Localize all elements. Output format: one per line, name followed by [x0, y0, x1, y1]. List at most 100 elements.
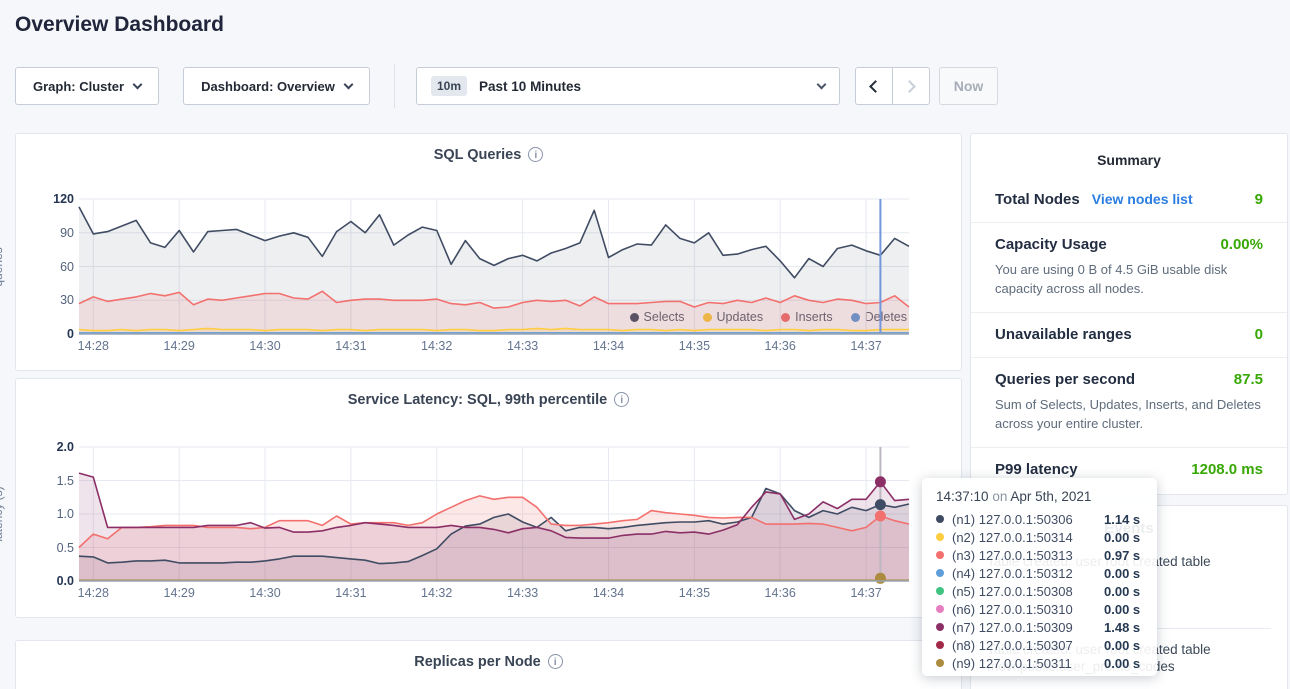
chart-plot[interactable]	[79, 199, 909, 334]
tooltip-row: (n9) 127.0.0.1:503110.00 s	[936, 654, 1143, 672]
series-dot-icon	[936, 533, 944, 541]
chevron-down-icon	[817, 79, 827, 89]
p99-latency-value: 1208.0 ms	[1191, 461, 1263, 478]
chart-title: Replicas per Nodei	[16, 654, 961, 670]
time-prev-button[interactable]	[855, 67, 893, 105]
x-axis-tick: 14:28	[68, 339, 118, 353]
x-axis-tick: 14:29	[154, 586, 204, 600]
total-nodes-value: 9	[1255, 191, 1263, 208]
y-axis-tick: 1.0	[57, 507, 74, 521]
chevron-down-icon	[133, 79, 143, 89]
summary-row-qps: Queries per second 87.5 Sum of Selects, …	[971, 358, 1287, 448]
capacity-usage-description: You are using 0 B of 4.5 GiB usable disk…	[995, 260, 1263, 298]
chart-title: Service Latency: SQL, 99th percentilei	[16, 392, 961, 408]
chevron-down-icon	[343, 79, 353, 89]
summary-row-unavailable-ranges: Unavailable ranges 0	[971, 313, 1287, 358]
y-axis-tick: 60	[60, 260, 74, 274]
y-axis-label: latency (s)	[0, 486, 5, 541]
tooltip-row: (n6) 127.0.0.1:503100.00 s	[936, 600, 1143, 618]
tooltip-node-label: (n6) 127.0.0.1:50310	[952, 602, 1104, 617]
service-latency-chart[interactable]: latency (s) 0.00.51.01.52.0 14:2814:2914…	[34, 447, 909, 581]
chart-plot[interactable]	[79, 447, 909, 581]
view-nodes-list-link[interactable]: View nodes list	[1092, 191, 1193, 207]
tooltip-node-value: 0.00 s	[1104, 656, 1140, 671]
x-axis-tick: 14:32	[412, 339, 462, 353]
summary-row-capacity: Capacity Usage 0.00% You are using 0 B o…	[971, 223, 1287, 313]
tooltip-node-label: (n2) 127.0.0.1:50314	[952, 530, 1104, 545]
y-axis: 0306090120	[34, 199, 74, 334]
tooltip-rows: (n1) 127.0.0.1:503061.14 s(n2) 127.0.0.1…	[936, 510, 1143, 672]
series-dot-icon	[936, 569, 944, 577]
qps-label: Queries per second	[995, 371, 1135, 388]
info-icon[interactable]: i	[548, 654, 563, 669]
tooltip-node-label: (n3) 127.0.0.1:50313	[952, 548, 1104, 563]
x-axis-tick: 14:31	[326, 339, 376, 353]
chevron-left-icon	[869, 80, 882, 93]
info-icon[interactable]: i	[528, 147, 543, 162]
page-title: Overview Dashboard	[15, 13, 224, 37]
x-axis-tick: 14:36	[755, 339, 805, 353]
y-axis-tick: 120	[53, 192, 74, 206]
time-next-button[interactable]	[892, 67, 930, 105]
now-button-label: Now	[954, 78, 984, 94]
y-axis-tick: 1.5	[57, 474, 74, 488]
y-axis-tick: 30	[60, 293, 74, 307]
tooltip-node-label: (n1) 127.0.0.1:50306	[952, 512, 1104, 527]
tooltip-row: (n4) 127.0.0.1:503120.00 s	[936, 564, 1143, 582]
tooltip-node-label: (n8) 127.0.0.1:50307	[952, 638, 1104, 653]
y-axis-tick: 2.0	[57, 440, 74, 454]
series-dot-icon	[936, 515, 944, 523]
x-axis-tick: 14:35	[669, 586, 719, 600]
series-dot-icon	[936, 659, 944, 667]
tooltip-row: (n7) 127.0.0.1:503091.48 s	[936, 618, 1143, 636]
dashboard-dropdown-label: Dashboard: Overview	[201, 79, 335, 94]
y-axis-tick: 0.5	[57, 541, 74, 555]
chevron-right-icon	[903, 80, 916, 93]
dashboard-dropdown[interactable]: Dashboard: Overview	[183, 67, 370, 105]
series-dot-icon	[936, 605, 944, 613]
chart-tooltip: 14:37:10 on Apr 5th, 2021 (n1) 127.0.0.1…	[922, 478, 1157, 676]
total-nodes-label: Total Nodes	[995, 191, 1080, 208]
qps-value: 87.5	[1234, 371, 1263, 388]
tooltip-row: (n5) 127.0.0.1:503080.00 s	[936, 582, 1143, 600]
qps-description: Sum of Selects, Updates, Inserts, and De…	[995, 395, 1263, 433]
x-axis-tick: 14:35	[669, 339, 719, 353]
y-axis-tick: 90	[60, 226, 74, 240]
x-axis-tick: 14:33	[498, 339, 548, 353]
x-axis-tick: 14:37	[841, 339, 891, 353]
tooltip-node-value: 1.14 s	[1104, 512, 1140, 527]
x-axis-tick: 14:37	[841, 586, 891, 600]
x-axis-tick: 14:31	[326, 586, 376, 600]
x-axis-tick: 14:34	[584, 339, 634, 353]
time-range-badge: 10m	[431, 76, 467, 96]
tooltip-row: (n2) 127.0.0.1:503140.00 s	[936, 528, 1143, 546]
tooltip-node-value: 0.00 s	[1104, 602, 1140, 617]
time-range-dropdown[interactable]: 10m Past 10 Minutes	[416, 67, 840, 105]
info-icon[interactable]: i	[614, 392, 629, 407]
series-dot-icon	[936, 587, 944, 595]
tooltip-node-label: (n7) 127.0.0.1:50309	[952, 620, 1104, 635]
time-range-label: Past 10 Minutes	[479, 79, 581, 94]
y-axis: 0.00.51.01.52.0	[34, 447, 74, 581]
unavailable-ranges-value: 0	[1255, 326, 1263, 343]
chart-title: SQL Queriesi	[16, 147, 961, 163]
summary-card: Summary Total Nodes View nodes list 9 Ca…	[970, 133, 1288, 495]
tooltip-timestamp: 14:37:10 on Apr 5th, 2021	[936, 489, 1143, 504]
x-axis-tick: 14:34	[584, 586, 634, 600]
tooltip-node-label: (n4) 127.0.0.1:50312	[952, 566, 1104, 581]
tooltip-node-label: (n5) 127.0.0.1:50308	[952, 584, 1104, 599]
series-dot-icon	[936, 551, 944, 559]
x-axis-tick: 14:30	[240, 586, 290, 600]
summary-title: Summary	[971, 134, 1287, 178]
tooltip-row: (n1) 127.0.0.1:503061.14 s	[936, 510, 1143, 528]
x-axis-tick: 14:33	[498, 586, 548, 600]
now-button[interactable]: Now	[939, 67, 998, 105]
sql-queries-chart[interactable]: queries 0306090120 14:2814:2914:3014:311…	[34, 199, 909, 334]
tooltip-node-value: 1.48 s	[1104, 620, 1140, 635]
service-latency-card: Service Latency: SQL, 99th percentilei l…	[15, 378, 962, 618]
graph-dropdown[interactable]: Graph: Cluster	[15, 67, 159, 105]
replicas-per-node-card: Replicas per Nodei	[15, 640, 962, 689]
graph-dropdown-label: Graph: Cluster	[33, 79, 124, 94]
overview-dashboard-page: Overview Dashboard Graph: Cluster Dashbo…	[0, 0, 1290, 689]
series-dot-icon	[936, 623, 944, 631]
